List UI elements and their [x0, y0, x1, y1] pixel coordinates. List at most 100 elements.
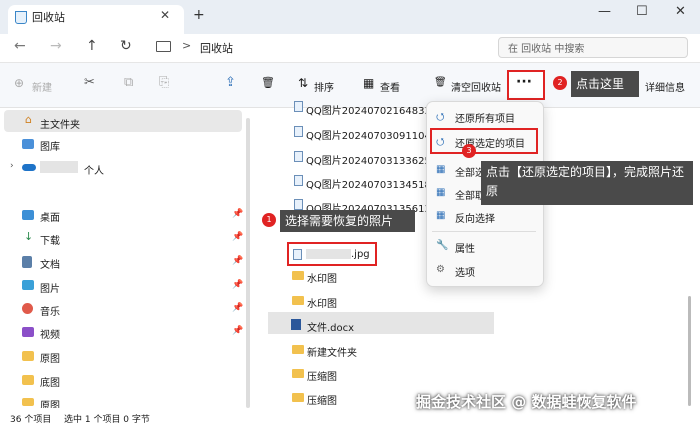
refresh-button[interactable]: ↻ — [120, 38, 132, 54]
file-item[interactable]: 文件.docx — [307, 319, 354, 334]
pictures-icon — [22, 280, 34, 290]
back-button[interactable]: ← — [14, 38, 26, 54]
gallery-icon — [22, 139, 34, 149]
step-3-callout: 点击【还原选定的项目】，完成照片还原 — [481, 161, 693, 205]
folder-item[interactable]: 水印图 — [307, 270, 337, 285]
view-icon: ▦ — [363, 76, 375, 90]
step-3-badge: 3 — [462, 144, 476, 158]
pin-icon: 📌 — [232, 256, 244, 266]
recycle-bin-icon — [15, 11, 27, 24]
sidebar-item-gallery[interactable]: 图库 — [40, 138, 60, 153]
details-button[interactable]: 详细信息 — [645, 79, 685, 94]
empty-recycle-bin-icon: 🗑 — [434, 77, 447, 88]
sidebar-item-original[interactable]: 原图 — [40, 350, 60, 365]
redacted-file-name — [306, 249, 351, 259]
delete-icon[interactable]: 🗑 — [261, 76, 275, 89]
select-all-icon: ▦ — [436, 164, 446, 175]
more-options-icon: ··· — [516, 74, 532, 90]
item-count: 36 个项目 — [10, 415, 52, 425]
music-icon — [22, 303, 33, 314]
selection-info: 选中 1 个项目 0 字节 — [64, 415, 150, 425]
invert-selection-icon: ▦ — [436, 210, 446, 221]
pin-icon: 📌 — [232, 303, 244, 313]
folder-icon — [22, 351, 34, 361]
image-file-icon — [294, 175, 303, 186]
home-icon: ⌂ — [25, 113, 32, 126]
menu-item-options[interactable]: 选项 — [455, 264, 475, 279]
forward-button[interactable]: → — [50, 38, 62, 54]
step-1-callout: 选择需要恢复的照片 — [280, 210, 415, 232]
image-file-icon — [293, 249, 302, 260]
folder-item[interactable]: 压缩图 — [307, 368, 337, 383]
search-placeholder: 在 回收站 中搜索 — [508, 44, 585, 55]
copy-icon[interactable]: ⧉ — [124, 75, 133, 90]
paste-icon[interactable]: ⎘ — [159, 75, 169, 90]
menu-item-restore-all[interactable]: 还原所有项目 — [455, 110, 515, 125]
image-file-icon — [294, 199, 303, 210]
view-button[interactable]: 查看 — [380, 79, 400, 94]
desktop-icon — [22, 210, 34, 220]
new-tab-button[interactable]: + — [193, 7, 205, 23]
path-separator: > — [182, 39, 192, 52]
download-icon: ↓ — [24, 230, 34, 243]
minimize-button[interactable]: — — [598, 4, 611, 19]
share-icon[interactable]: ⇪ — [225, 75, 236, 90]
sort-icon: ⇅ — [298, 76, 309, 90]
image-file-icon — [294, 126, 303, 137]
close-window-button[interactable]: ✕ — [675, 4, 686, 19]
redacted-account-name — [40, 161, 78, 173]
restore-all-icon: ⭯ — [436, 112, 445, 123]
new-button[interactable]: 新建 — [32, 79, 52, 94]
up-button[interactable]: ↑ — [86, 38, 98, 54]
address-location[interactable]: 回收站 — [200, 40, 233, 56]
menu-item-invert-selection[interactable]: 反向选择 — [455, 210, 495, 225]
pin-icon: 📌 — [232, 326, 244, 336]
step-1-badge: 1 — [262, 213, 276, 227]
pin-icon: 📌 — [232, 232, 244, 242]
image-file-icon — [294, 151, 303, 162]
folder-icon — [292, 393, 304, 402]
pin-icon: 📌 — [232, 209, 244, 219]
expand-chevron-icon[interactable]: › — [10, 161, 14, 171]
sidebar-item-downloads[interactable]: 下载 — [40, 232, 60, 247]
sidebar-scrollbar[interactable] — [246, 118, 250, 408]
sidebar-item-videos[interactable]: 视频 — [40, 326, 60, 341]
folder-item[interactable]: 压缩图 — [307, 392, 337, 407]
folder-item[interactable]: 水印图 — [307, 295, 337, 310]
wrench-icon: 🔧 — [436, 240, 449, 251]
videos-icon — [22, 327, 34, 337]
folder-icon — [22, 398, 34, 406]
new-icon: ⊕ — [14, 76, 25, 90]
maximize-button[interactable]: ☐ — [636, 4, 648, 19]
folder-icon — [292, 271, 304, 280]
word-document-icon — [291, 319, 301, 330]
image-file-icon — [294, 101, 303, 112]
onedrive-icon — [22, 164, 36, 171]
empty-recycle-bin-button[interactable]: 清空回收站 — [451, 79, 501, 94]
sidebar-item-home[interactable]: 主文件夹 — [40, 116, 80, 131]
file-list-scrollbar[interactable] — [688, 296, 691, 406]
navigation-pane — [0, 108, 255, 408]
sort-button[interactable]: 排序 — [314, 79, 334, 94]
tab-title: 回收站 — [32, 11, 65, 24]
folder-icon — [292, 296, 304, 305]
documents-icon — [22, 256, 32, 268]
file-item-target[interactable]: .jpg — [351, 249, 370, 260]
cut-icon[interactable]: ✂ — [84, 75, 95, 90]
menu-divider — [432, 231, 536, 232]
menu-item-properties[interactable]: 属性 — [455, 240, 475, 255]
sidebar-item-music[interactable]: 音乐 — [40, 303, 60, 318]
sidebar-item-desktop[interactable]: 桌面 — [40, 209, 60, 224]
close-tab-icon[interactable]: ✕ — [160, 8, 170, 22]
watermark: 掘金技术社区 @ 数据蛙恢复软件 — [416, 393, 637, 411]
sidebar-item-pictures[interactable]: 图片 — [40, 280, 60, 295]
select-none-icon: ▦ — [436, 187, 446, 198]
sidebar-item-base[interactable]: 底图 — [40, 374, 60, 389]
folder-icon — [22, 375, 34, 385]
step-2-callout: 点击这里 — [571, 71, 639, 97]
folder-item[interactable]: 新建文件夹 — [307, 344, 357, 359]
sidebar-item-personal[interactable]: 个人 — [84, 162, 104, 177]
monitor-icon — [156, 41, 171, 52]
restore-selected-icon: ⭯ — [436, 137, 445, 148]
sidebar-item-documents[interactable]: 文档 — [40, 256, 60, 271]
